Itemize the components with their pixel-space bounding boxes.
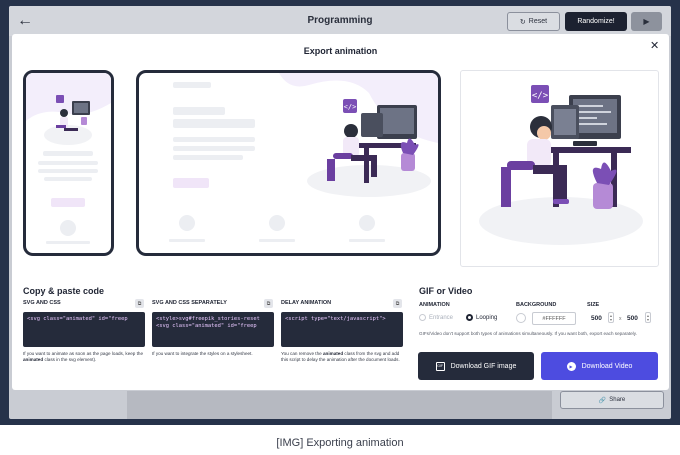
image-caption: [IMG] Exporting animation: [276, 437, 404, 449]
download-video-button[interactable]: ▶ Download Video: [541, 352, 658, 380]
close-icon[interactable]: ✕: [650, 39, 659, 52]
height-stepper[interactable]: ▲ ▼: [645, 312, 651, 323]
play-button[interactable]: ▶: [631, 12, 662, 31]
copy-icon[interactable]: ⧉: [393, 299, 402, 308]
width-stepper[interactable]: ▲ ▼: [608, 312, 614, 323]
share-label: Share: [609, 397, 626, 403]
size-times: x: [619, 316, 622, 322]
size-label: SIZE: [587, 302, 600, 308]
svg-css-separately-label: SVG AND CSS SEPARATELY: [152, 300, 227, 306]
download-gif-label: Download GIF image: [450, 362, 517, 370]
gif-note: GIFs/Video don't support both types of a…: [419, 331, 637, 336]
code-line: <svg class="animated" id="freep: [156, 323, 257, 329]
top-bar: ← Programming ↻ Reset Randomize! ▶: [9, 6, 671, 36]
play-circle-icon: ▶: [566, 361, 576, 371]
copy-icon[interactable]: ⧉: [264, 299, 273, 308]
gif-section-title: GIF or Video: [419, 286, 473, 296]
background-color-input[interactable]: #FFFFFF: [532, 312, 576, 325]
svg-css-help: If you want to animate as soon as the pa…: [23, 351, 145, 363]
delay-animation-code[interactable]: <script type="text/javascript">: [281, 312, 403, 347]
desktop-preview-illustration: </>: [169, 73, 438, 242]
radio-button[interactable]: [419, 314, 426, 321]
radio-button-selected[interactable]: [466, 314, 473, 321]
radio-entrance[interactable]: Entrance: [419, 314, 453, 321]
help-text-part: If you want to animate as soon as the pa…: [23, 351, 144, 356]
reset-icon: ↻: [519, 18, 526, 26]
svg-css-separately-code[interactable]: <style>svg#freepik_stories-reset <svg cl…: [152, 312, 274, 347]
mobile-preview-illustration: [26, 73, 111, 244]
radio-label: Entrance: [429, 314, 454, 321]
play-icon: ▶: [643, 17, 650, 26]
help-text-part: You can remove the: [281, 351, 323, 356]
copy-section-title: Copy & paste code: [23, 286, 105, 296]
svg-text:</>: </>: [344, 103, 357, 111]
help-text-keyword: animated: [23, 357, 44, 363]
download-gif-button[interactable]: GIF Download GIF image: [418, 352, 534, 380]
svg-text:</>: </>: [532, 91, 549, 101]
width-value[interactable]: 500: [591, 315, 602, 322]
background-label: BACKGROUND: [516, 302, 557, 308]
download-video-label: Download Video: [581, 362, 633, 370]
height-value[interactable]: 500: [627, 315, 638, 322]
radio-looping[interactable]: Looping: [466, 314, 497, 321]
reset-label: Reset: [528, 18, 548, 25]
share-button[interactable]: 🔗 Share: [560, 391, 664, 409]
background-panel: [127, 391, 552, 419]
share-icon: 🔗: [598, 397, 607, 404]
export-modal: Export animation ✕ </> </> Copy & paste …: [12, 34, 669, 390]
svg-css-code[interactable]: <svg class="animated" id="freep: [23, 312, 145, 347]
delay-animation-help: You can remove the animated class from t…: [281, 351, 403, 363]
animation-label: ANIMATION: [419, 302, 450, 308]
radio-label: Looping: [476, 314, 498, 321]
square-preview: </>: [460, 70, 659, 267]
code-line: <script type="text/javascript">: [285, 316, 386, 322]
color-swatch[interactable]: [516, 313, 526, 323]
gif-icon: GIF: [435, 361, 445, 371]
copy-icon[interactable]: ⧉: [135, 299, 144, 308]
help-text-part: If you want to integrate the styles on a…: [152, 351, 253, 356]
screenshot-frame: ← Programming ↻ Reset Randomize! ▶ 🔗 Sha…: [0, 0, 680, 425]
svg-css-label: SVG AND CSS: [23, 300, 61, 306]
programmer-illustration: </>: [479, 85, 643, 245]
mobile-preview: [23, 70, 114, 256]
modal-title: Export animation: [303, 46, 378, 56]
help-text-part: class in the svg element).: [43, 357, 97, 363]
delay-animation-label: DELAY ANIMATION: [281, 300, 332, 306]
svg-css-separately-help: If you want to integrate the styles on a…: [152, 351, 274, 357]
reset-button[interactable]: ↻ Reset: [507, 12, 560, 31]
help-text-keyword: animated: [322, 351, 344, 356]
randomize-button[interactable]: Randomize!: [565, 12, 627, 31]
code-line: <style>svg#freepik_stories-reset: [156, 316, 260, 322]
desktop-preview: </>: [136, 70, 441, 256]
code-line: <svg class="animated" id="freep: [27, 316, 128, 322]
